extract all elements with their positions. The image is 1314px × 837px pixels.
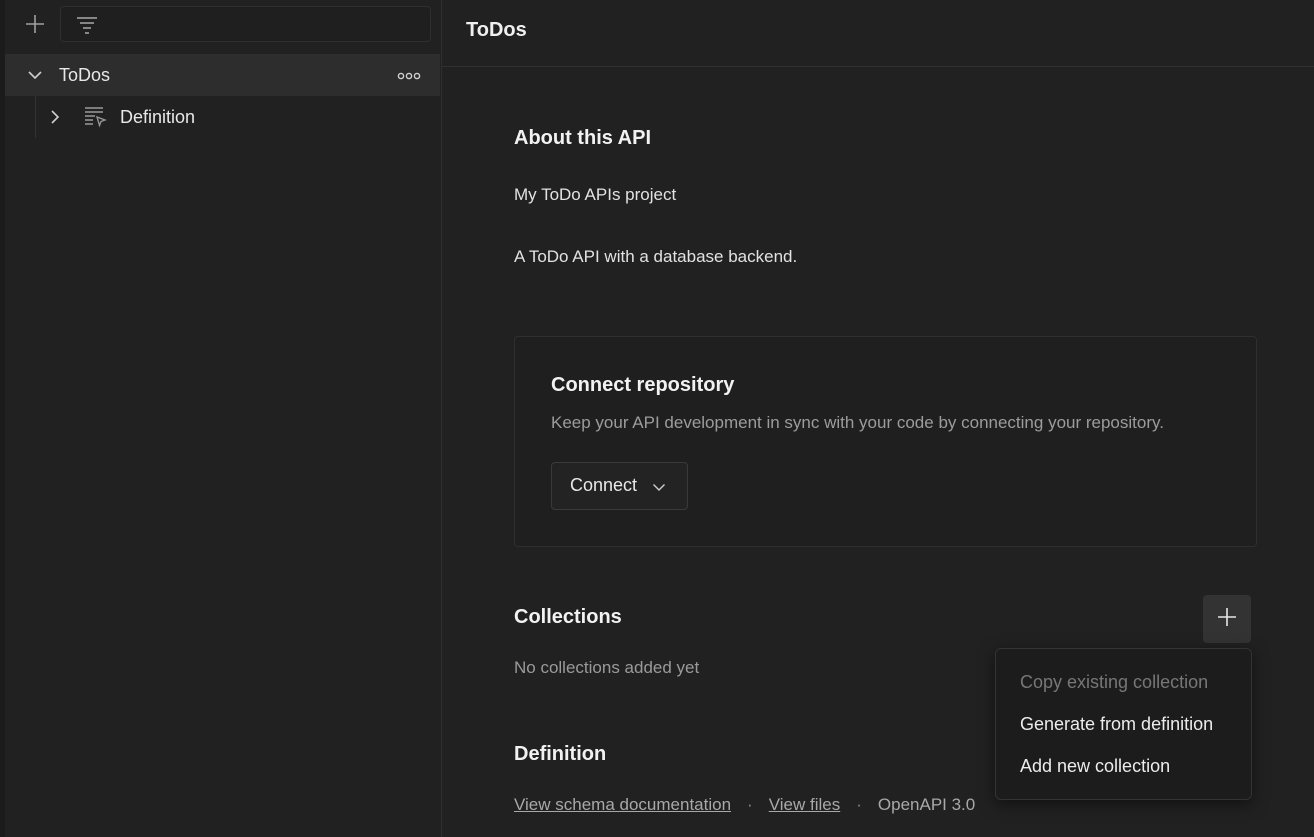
filter-icon[interactable]: [75, 15, 99, 35]
about-description: A ToDo API with a database backend.: [514, 247, 798, 266]
plus-icon: [1217, 607, 1237, 632]
definition-icon: [83, 106, 107, 128]
tree-item-definition[interactable]: Definition: [5, 96, 440, 138]
page-title: ToDos: [466, 19, 527, 41]
tree-item-todos[interactable]: ToDos: [5, 54, 440, 96]
app-window: ToDos Definition ToDos About this API My…: [0, 0, 1314, 837]
definition-links: View schema documentation · View files · Ope…: [514, 795, 975, 815]
definition-heading: Definition: [514, 743, 607, 765]
menu-item-copy-existing-collection: Copy existing collection: [1020, 672, 1209, 692]
connect-button[interactable]: Connect: [551, 462, 688, 510]
view-files-link[interactable]: View files: [769, 795, 841, 814]
add-collection-menu: Copy existing collection Generate from d…: [995, 648, 1252, 800]
sidebar-toolbar: [5, 0, 441, 48]
collections-heading: Collections: [514, 606, 622, 628]
separator: ·: [856, 795, 862, 814]
view-schema-documentation-link[interactable]: View schema documentation: [514, 795, 731, 814]
tree-item-label: ToDos: [59, 65, 111, 85]
about-heading: About this API: [514, 127, 652, 149]
menu-item-generate-from-definition[interactable]: Generate from definition: [996, 704, 1251, 744]
add-collection-button[interactable]: [1203, 595, 1251, 643]
separator: ·: [747, 795, 753, 814]
chevron-right-icon[interactable]: [47, 109, 63, 125]
about-summary: My ToDo APIs project: [514, 185, 677, 204]
more-options-icon[interactable]: [397, 69, 421, 81]
add-icon[interactable]: [21, 10, 49, 38]
sidebar: ToDos Definition: [0, 0, 442, 837]
chevron-down-icon: [652, 480, 666, 494]
collections-empty-text: No collections added yet: [514, 658, 700, 677]
main-header: ToDos: [442, 0, 1314, 67]
chevron-down-icon[interactable]: [27, 67, 43, 83]
repository-description: Keep your API development in sync with y…: [551, 413, 1164, 432]
connect-repository-card: Connect repository Keep your API develop…: [514, 336, 1257, 547]
menu-item-add-new-collection[interactable]: Add new collection: [996, 746, 1251, 786]
filter-input[interactable]: [60, 6, 431, 42]
repository-heading: Connect repository: [551, 374, 735, 396]
connect-button-label: Connect: [570, 475, 638, 495]
tree-item-label: Definition: [120, 107, 196, 127]
definition-format: OpenAPI 3.0: [877, 795, 976, 814]
